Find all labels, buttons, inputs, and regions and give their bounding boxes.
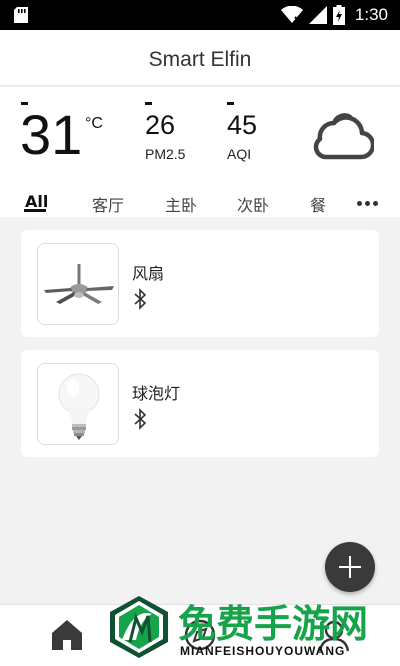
tab-dining-room[interactable]: 餐厅 [310, 192, 332, 214]
page-title: Smart Elfin [148, 48, 252, 71]
watermark-logo [110, 596, 168, 658]
weather-panel: 31 °C 26 PM2.5 45 AQI [0, 87, 400, 179]
tab-master-bedroom[interactable]: 主卧 [165, 192, 197, 216]
bluetooth-icon [134, 408, 147, 430]
device-name: 球泡灯 [132, 384, 181, 403]
room-tabs: All 客厅 主卧 次卧 餐厅 [0, 179, 400, 217]
pm25-value: 26 [145, 110, 176, 140]
device-thumbnail [37, 243, 119, 325]
watermark-subtitle: MIANFEISHOUYOUWANG [180, 644, 346, 658]
tab-second-bedroom[interactable]: 次卧 [237, 192, 269, 216]
device-card-bulb[interactable]: 球泡灯 [21, 350, 379, 457]
device-card-fan[interactable]: 风扇 [21, 230, 379, 337]
device-name: 风扇 [132, 264, 165, 283]
status-time: 1:30 [354, 5, 388, 24]
aqi-label: AQI [227, 146, 252, 162]
add-device-button[interactable] [325, 542, 375, 592]
tab-dining-room-label: 餐厅 [310, 196, 327, 214]
signal-icon [308, 6, 327, 24]
aqi-value: 45 [227, 110, 258, 140]
pm25-label: PM2.5 [145, 146, 186, 162]
device-thumbnail [37, 363, 119, 445]
sd-card-icon [14, 7, 28, 23]
cloud-icon [313, 113, 374, 160]
plus-icon [339, 556, 361, 578]
tab-living-room[interactable]: 客厅 [92, 192, 124, 216]
active-tab-indicator [24, 209, 46, 212]
bluetooth-icon [134, 288, 147, 310]
wifi-icon [280, 6, 303, 24]
watermark-title: 免费手游网 [178, 601, 369, 646]
ceiling-fan-icon [44, 264, 114, 304]
app-header: Smart Elfin [0, 30, 400, 86]
battery-charging-icon [332, 5, 345, 25]
light-bulb-icon [58, 373, 100, 440]
pm25-marker [145, 102, 152, 105]
home-icon[interactable] [49, 617, 85, 653]
status-bar: 1:30 [0, 0, 400, 30]
temperature-value: 31 [20, 103, 83, 166]
aqi-marker [227, 102, 234, 105]
temperature-unit: °C [85, 115, 103, 132]
more-dots-icon[interactable] [357, 201, 378, 206]
